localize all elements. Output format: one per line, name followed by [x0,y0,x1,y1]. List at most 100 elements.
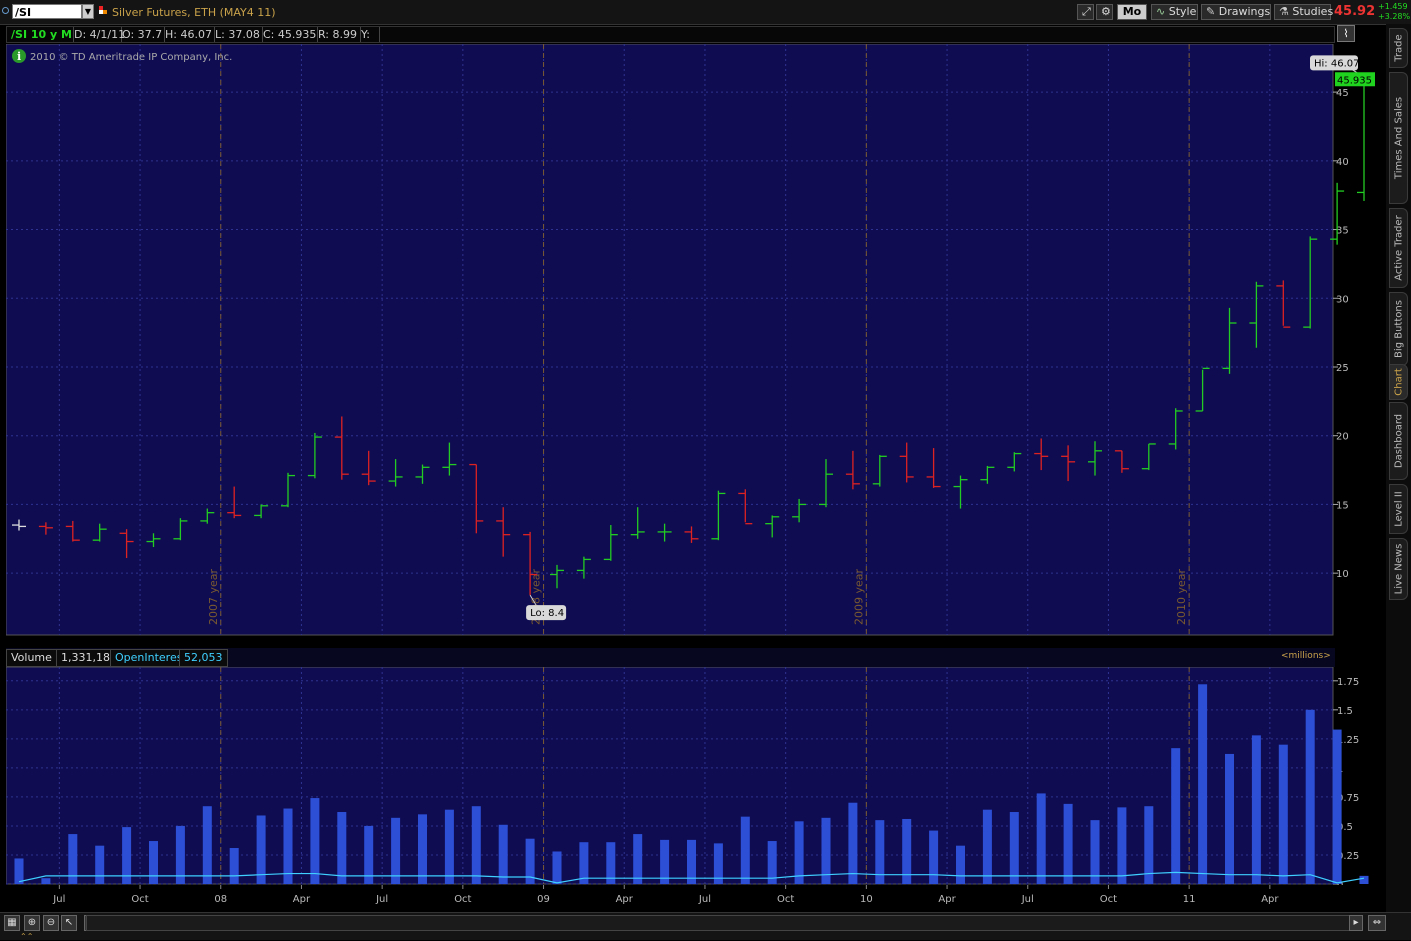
volume-bar [68,834,78,884]
time-scrollbar[interactable] [86,915,1363,931]
open-interest-value: 52,053 [179,649,228,667]
volume-bar [1359,875,1369,884]
volume-bar [1198,684,1208,884]
volume-bar [687,839,696,884]
fit-icon[interactable]: ⇔ [1368,915,1386,931]
info-icon-glyph: i [17,50,21,63]
volume-bar [1305,709,1315,884]
copyright-text: 2010 © TD Ameritrade IP Company, Inc. [30,52,232,63]
zoom-out-icon[interactable]: ⊖ [43,915,59,931]
time-tick-label: Jul [698,894,711,905]
side-tab-label: Level II [1393,491,1404,527]
side-tab-label: Chart [1393,368,1404,396]
year-label: 2010 year [1175,568,1188,625]
aggregation-button[interactable]: Mo [1117,4,1147,20]
price-tick-label: 15 [1336,500,1349,511]
volume-tick-label: 1.5 [1337,706,1353,717]
link-icon[interactable] [2,7,9,14]
year-label: 2009 year [852,568,865,625]
volume-bar [229,848,239,884]
volume-bar [391,817,401,884]
settings-icon[interactable]: ⚙ [1096,4,1113,20]
volume-chart[interactable]: 00.250.50.7511.251.51.75 [6,667,1386,885]
change-percent: +3.28% [1378,12,1411,21]
price-tick-label: 45 [1336,88,1349,99]
time-tick-label: 08 [214,894,227,905]
side-tabs: Trade Times And Sales Active Trader Big But… [1386,24,1411,914]
side-tab-times-and-sales[interactable]: Times And Sales [1389,72,1408,204]
side-tab-label: Big Buttons [1393,300,1404,358]
time-tick-label: 09 [537,894,550,905]
chart-info-bar: /SI 10 y M D: 4/1/11 O: 37.7 H: 46.07 L:… [6,26,1335,43]
volume-bar [1278,744,1288,884]
style-icon: ∿ [1156,5,1166,18]
top-toolbar: /SI ▼ Silver Futures, ETH (MAY4 11) ⤢ ⚙ … [0,0,1411,25]
scroll-right-icon[interactable]: ▸ [1349,915,1363,931]
flag-icon [99,6,108,16]
studies-icon: ⚗ [1279,5,1289,18]
chart-type-icon[interactable]: ⌇ [1337,25,1355,42]
zoom-icon[interactable]: ⤢ [1077,4,1094,20]
side-tab-big-buttons[interactable]: Big Buttons [1389,292,1408,366]
side-tab-live-news[interactable]: Live News [1389,538,1408,600]
volume-bar [1063,803,1073,884]
volume-bar [283,808,293,884]
volume-bar [256,815,266,884]
cursor-icon[interactable]: ↖ [61,915,77,931]
time-tick-label: Jul [375,894,388,905]
time-tick-label: Apr [616,894,634,905]
price-tick-label: 20 [1336,432,1349,443]
symbol-input[interactable]: /SI [12,4,82,19]
volume-bar [982,809,992,884]
price-chart[interactable]: 10152025303540452007 year 2008 year 2009 y… [6,44,1386,637]
volume-bar [418,814,427,884]
hi-label: Hi: 46.07 [1314,58,1359,69]
volume-bar [956,845,965,884]
volume-bar [1332,729,1342,884]
lo-label: Lo: 8.4 [530,608,564,619]
volume-bar [1117,807,1127,884]
side-tab-trade[interactable]: Trade [1389,28,1408,68]
volume-bar [740,816,750,884]
volume-bar [929,830,939,884]
bar-range: R: 8.99 [314,27,361,42]
side-tab-label: Dashboard [1393,413,1404,469]
side-tab-chart[interactable]: Chart [1389,364,1408,400]
grid-icon[interactable]: ▦ [4,915,20,931]
bar-y: Y: [357,27,380,42]
year-label: 2007 year [207,568,220,625]
price-tick-label: 10 [1336,569,1349,580]
style-label: Style [1168,5,1197,18]
time-tick-label: Jul [1021,894,1034,905]
side-tab-dashboard[interactable]: Dashboard [1389,402,1408,480]
volume-bar [794,821,804,884]
side-tab-label: Active Trader [1393,215,1404,281]
side-tab-label: Live News [1393,543,1404,595]
last-price: 45.92 [1334,4,1376,19]
time-tick-label: Apr [1261,894,1279,905]
volume-bar [202,806,212,884]
time-tick-label: Oct [454,894,471,905]
bar-high: H: 46.07 [161,27,215,42]
last-price-marker: 45.935 [1337,75,1372,86]
symbol-dropdown-button[interactable]: ▼ [82,4,94,19]
volume-bar [444,809,454,884]
side-tab-level-ii[interactable]: Level II [1389,484,1408,534]
drawings-button[interactable]: ✎ Drawings [1201,4,1271,20]
chart-label[interactable]: /SI 10 y M [7,27,74,42]
time-tick-label: Apr [293,894,311,905]
price-tick-label: 25 [1336,363,1349,374]
expand-icon[interactable]: ⌃⌃ [20,932,33,941]
symbol-description: Silver Futures, ETH (MAY4 11) [112,6,276,19]
time-tick-label: Oct [131,894,148,905]
volume-bar [95,845,105,884]
volume-header: Volume 1,331,187 OpenInterest 52,053 <mi… [6,648,1335,667]
side-tab-active-trader[interactable]: Active Trader [1389,208,1408,288]
volume-bar [1251,735,1261,884]
studies-button[interactable]: ⚗ Studies [1274,4,1333,20]
volume-label: Volume [6,649,57,667]
bar-open: O: 37.7 [118,27,165,42]
price-panel-bg [6,44,1334,636]
zoom-in-icon[interactable]: ⊕ [24,915,40,931]
style-button[interactable]: ∿ Style [1151,4,1198,20]
